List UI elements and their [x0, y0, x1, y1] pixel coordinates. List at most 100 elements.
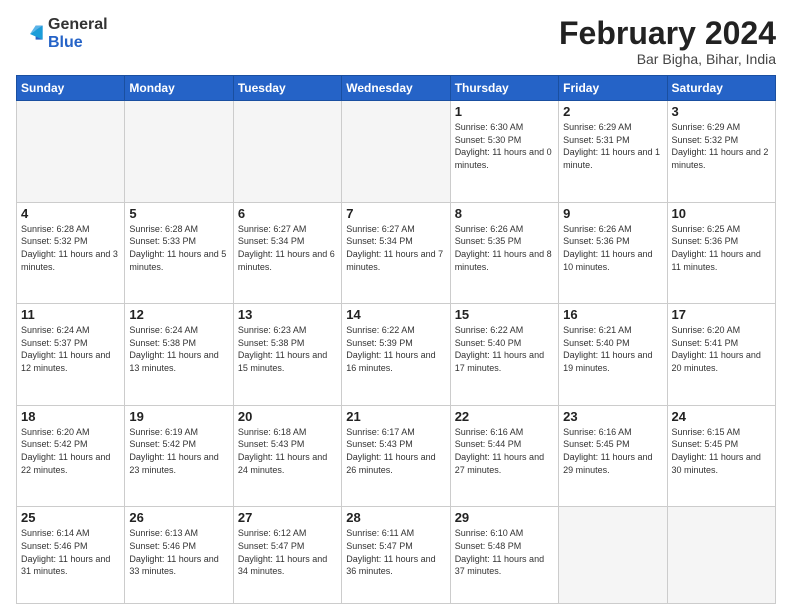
- day-info: Sunrise: 6:12 AMSunset: 5:47 PMDaylight:…: [238, 527, 337, 577]
- day-number: 3: [672, 104, 771, 119]
- table-row: 29 Sunrise: 6:10 AMSunset: 5:48 PMDayligh…: [450, 507, 558, 604]
- day-info: Sunrise: 6:17 AMSunset: 5:43 PMDaylight:…: [346, 426, 445, 476]
- day-number: 15: [455, 307, 554, 322]
- day-number: 10: [672, 206, 771, 221]
- day-info: Sunrise: 6:15 AMSunset: 5:45 PMDaylight:…: [672, 426, 771, 476]
- day-info: Sunrise: 6:13 AMSunset: 5:46 PMDaylight:…: [129, 527, 228, 577]
- day-number: 16: [563, 307, 662, 322]
- day-number: 8: [455, 206, 554, 221]
- table-row: 9 Sunrise: 6:26 AMSunset: 5:36 PMDaylight…: [559, 202, 667, 304]
- day-info: Sunrise: 6:25 AMSunset: 5:36 PMDaylight:…: [672, 223, 771, 273]
- table-row: 3 Sunrise: 6:29 AMSunset: 5:32 PMDaylight…: [667, 101, 775, 203]
- weekday-header-row: Sunday Monday Tuesday Wednesday Thursday…: [17, 76, 776, 101]
- day-info: Sunrise: 6:30 AMSunset: 5:30 PMDaylight:…: [455, 121, 554, 171]
- day-info: Sunrise: 6:29 AMSunset: 5:31 PMDaylight:…: [563, 121, 662, 171]
- table-row: 5 Sunrise: 6:28 AMSunset: 5:33 PMDaylight…: [125, 202, 233, 304]
- table-row: [17, 101, 125, 203]
- table-row: [233, 101, 341, 203]
- day-number: 9: [563, 206, 662, 221]
- day-info: Sunrise: 6:26 AMSunset: 5:36 PMDaylight:…: [563, 223, 662, 273]
- table-row: 11 Sunrise: 6:24 AMSunset: 5:37 PMDayligh…: [17, 304, 125, 406]
- day-info: Sunrise: 6:10 AMSunset: 5:48 PMDaylight:…: [455, 527, 554, 577]
- table-row: 14 Sunrise: 6:22 AMSunset: 5:39 PMDayligh…: [342, 304, 450, 406]
- day-number: 19: [129, 409, 228, 424]
- day-info: Sunrise: 6:14 AMSunset: 5:46 PMDaylight:…: [21, 527, 120, 577]
- table-row: [559, 507, 667, 604]
- table-row: 21 Sunrise: 6:17 AMSunset: 5:43 PMDayligh…: [342, 405, 450, 507]
- day-info: Sunrise: 6:11 AMSunset: 5:47 PMDaylight:…: [346, 527, 445, 577]
- day-info: Sunrise: 6:21 AMSunset: 5:40 PMDaylight:…: [563, 324, 662, 374]
- day-info: Sunrise: 6:26 AMSunset: 5:35 PMDaylight:…: [455, 223, 554, 273]
- table-row: 17 Sunrise: 6:20 AMSunset: 5:41 PMDayligh…: [667, 304, 775, 406]
- header-friday: Friday: [559, 76, 667, 101]
- header-tuesday: Tuesday: [233, 76, 341, 101]
- day-info: Sunrise: 6:29 AMSunset: 5:32 PMDaylight:…: [672, 121, 771, 171]
- day-info: Sunrise: 6:23 AMSunset: 5:38 PMDaylight:…: [238, 324, 337, 374]
- table-row: 27 Sunrise: 6:12 AMSunset: 5:47 PMDayligh…: [233, 507, 341, 604]
- day-info: Sunrise: 6:27 AMSunset: 5:34 PMDaylight:…: [346, 223, 445, 273]
- day-number: 1: [455, 104, 554, 119]
- day-info: Sunrise: 6:24 AMSunset: 5:37 PMDaylight:…: [21, 324, 120, 374]
- day-number: 2: [563, 104, 662, 119]
- day-number: 14: [346, 307, 445, 322]
- calendar-title: February 2024: [559, 16, 776, 51]
- table-row: 10 Sunrise: 6:25 AMSunset: 5:36 PMDayligh…: [667, 202, 775, 304]
- table-row: [342, 101, 450, 203]
- table-row: 22Sunrise: 6:16 AMSunset: 5:44 PMDayligh…: [450, 405, 558, 507]
- day-number: 21: [346, 409, 445, 424]
- day-number: 7: [346, 206, 445, 221]
- table-row: 20 Sunrise: 6:18 AMSunset: 5:43 PMDayligh…: [233, 405, 341, 507]
- table-row: 28 Sunrise: 6:11 AMSunset: 5:47 PMDayligh…: [342, 507, 450, 604]
- day-number: 6: [238, 206, 337, 221]
- day-info: Sunrise: 6:20 AMSunset: 5:41 PMDaylight:…: [672, 324, 771, 374]
- day-info: Sunrise: 6:19 AMSunset: 5:42 PMDaylight:…: [129, 426, 228, 476]
- calendar-subtitle: Bar Bigha, Bihar, India: [559, 51, 776, 67]
- day-number: 25: [21, 510, 120, 525]
- day-info: Sunrise: 6:18 AMSunset: 5:43 PMDaylight:…: [238, 426, 337, 476]
- day-number: 23: [563, 409, 662, 424]
- table-row: 6 Sunrise: 6:27 AMSunset: 5:34 PMDaylight…: [233, 202, 341, 304]
- day-info: Sunrise: 6:28 AMSunset: 5:33 PMDaylight:…: [129, 223, 228, 273]
- day-number: 24: [672, 409, 771, 424]
- table-row: 24 Sunrise: 6:15 AMSunset: 5:45 PMDayligh…: [667, 405, 775, 507]
- day-number: 5: [129, 206, 228, 221]
- table-row: 7 Sunrise: 6:27 AMSunset: 5:34 PMDaylight…: [342, 202, 450, 304]
- header-thursday: Thursday: [450, 76, 558, 101]
- day-number: 27: [238, 510, 337, 525]
- table-row: [125, 101, 233, 203]
- table-row: 16 Sunrise: 6:21 AMSunset: 5:40 PMDayligh…: [559, 304, 667, 406]
- header-sunday: Sunday: [17, 76, 125, 101]
- day-number: 22: [455, 409, 554, 424]
- header-monday: Monday: [125, 76, 233, 101]
- day-number: 29: [455, 510, 554, 525]
- table-row: 2 Sunrise: 6:29 AMSunset: 5:31 PMDaylight…: [559, 101, 667, 203]
- title-block: February 2024 Bar Bigha, Bihar, India: [559, 16, 776, 67]
- day-number: 11: [21, 307, 120, 322]
- table-row: 18 Sunrise: 6:20 AMSunset: 5:42 PMDayligh…: [17, 405, 125, 507]
- day-number: 12: [129, 307, 228, 322]
- logo-blue: Blue: [48, 34, 108, 52]
- table-row: 8 Sunrise: 6:26 AMSunset: 5:35 PMDaylight…: [450, 202, 558, 304]
- table-row: 1 Sunrise: 6:30 AMSunset: 5:30 PMDaylight…: [450, 101, 558, 203]
- day-number: 18: [21, 409, 120, 424]
- header-saturday: Saturday: [667, 76, 775, 101]
- day-number: 17: [672, 307, 771, 322]
- logo-general: General: [48, 16, 108, 34]
- header: General Blue February 2024 Bar Bigha, Bi…: [16, 16, 776, 67]
- logo: General Blue: [16, 16, 108, 51]
- day-info: Sunrise: 6:20 AMSunset: 5:42 PMDaylight:…: [21, 426, 120, 476]
- day-number: 26: [129, 510, 228, 525]
- table-row: 4Sunrise: 6:28 AMSunset: 5:32 PMDaylight…: [17, 202, 125, 304]
- table-row: 25 Sunrise: 6:14 AMSunset: 5:46 PMDayligh…: [17, 507, 125, 604]
- table-row: 12Sunrise: 6:24 AMSunset: 5:38 PMDayligh…: [125, 304, 233, 406]
- table-row: 19 Sunrise: 6:19 AMSunset: 5:42 PMDayligh…: [125, 405, 233, 507]
- day-number: 20: [238, 409, 337, 424]
- day-info: Sunrise: 6:22 AMSunset: 5:39 PMDaylight:…: [346, 324, 445, 374]
- day-number: 13: [238, 307, 337, 322]
- day-info: Sunrise: 6:27 AMSunset: 5:34 PMDaylight:…: [238, 223, 337, 273]
- header-wednesday: Wednesday: [342, 76, 450, 101]
- day-number: 28: [346, 510, 445, 525]
- day-info: Sunrise: 6:28 AMSunset: 5:32 PMDaylight:…: [21, 223, 120, 273]
- table-row: 26 Sunrise: 6:13 AMSunset: 5:46 PMDayligh…: [125, 507, 233, 604]
- day-info: Sunrise: 6:22 AMSunset: 5:40 PMDaylight:…: [455, 324, 554, 374]
